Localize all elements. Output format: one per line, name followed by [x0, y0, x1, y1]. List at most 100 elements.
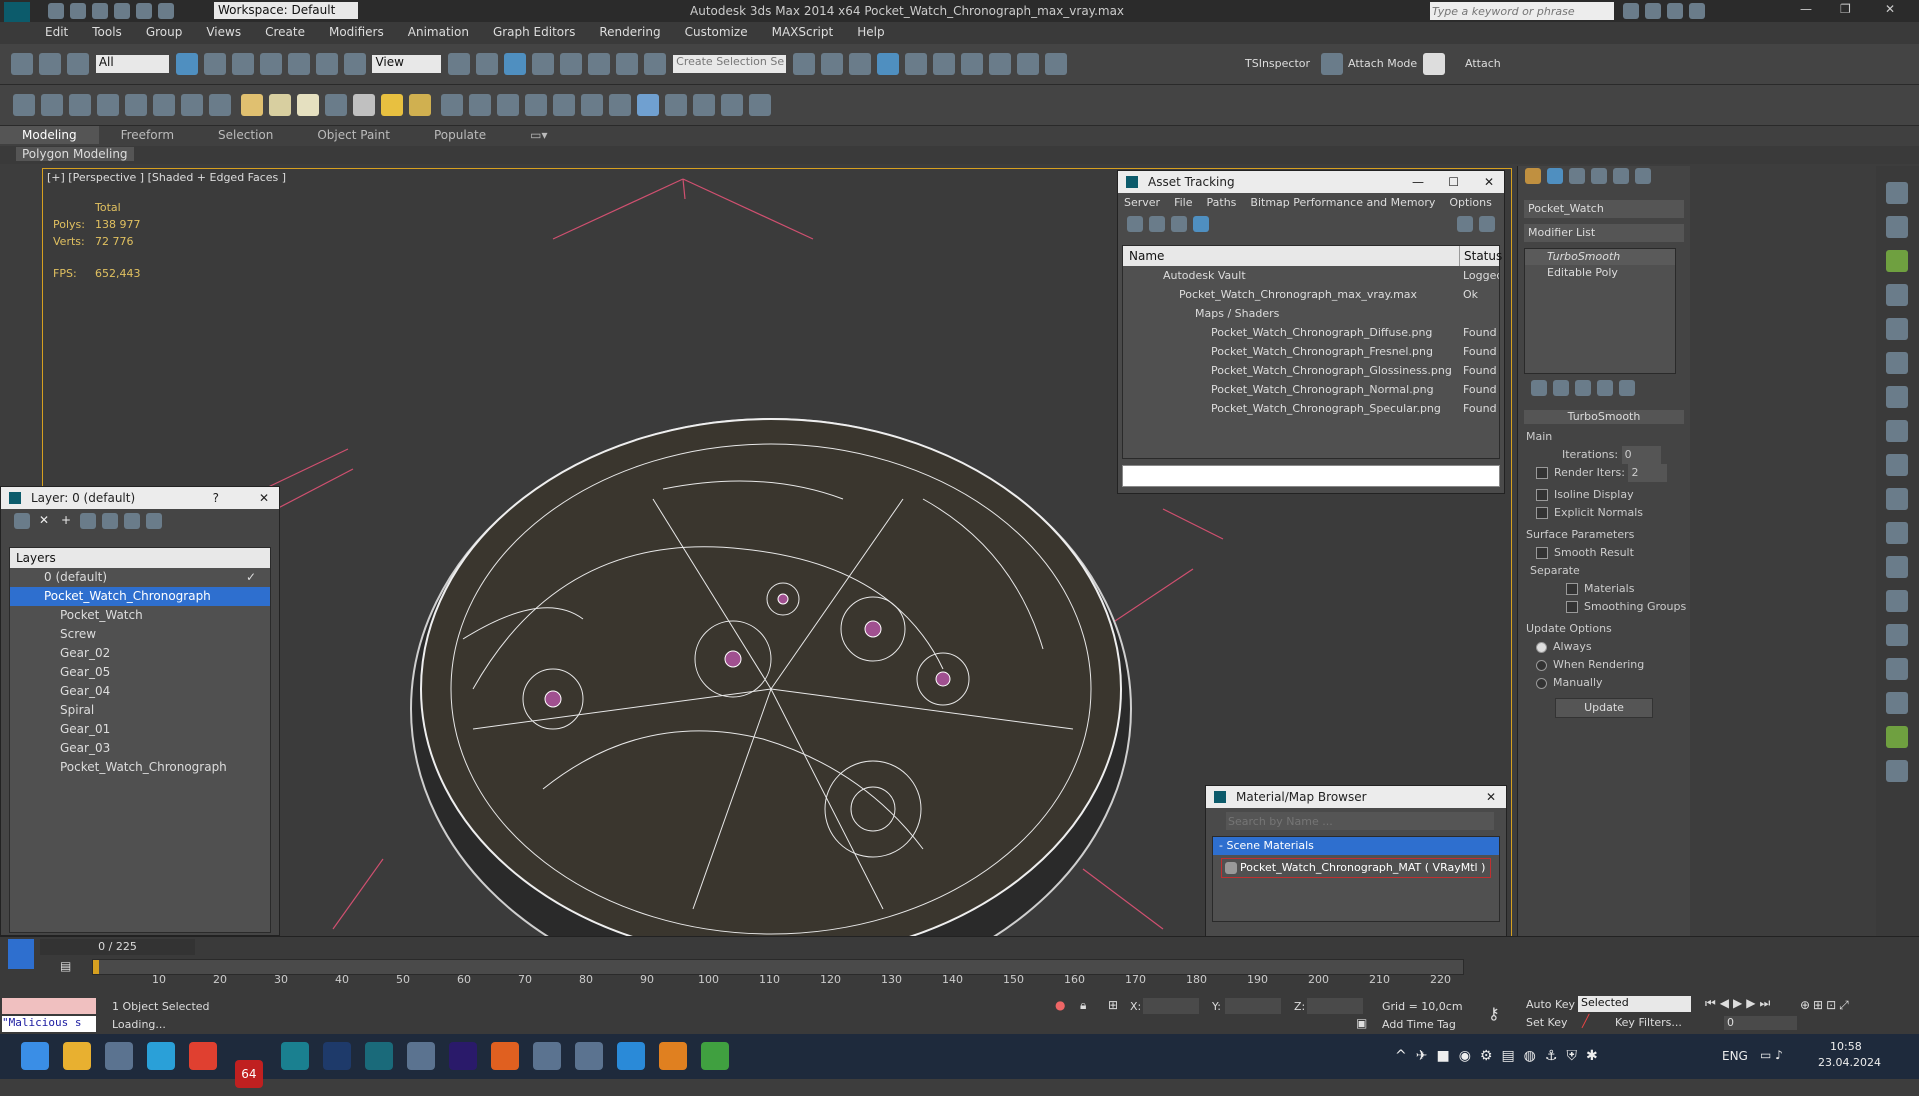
display-tab-icon[interactable]: [1613, 168, 1629, 184]
scale-icon[interactable]: [343, 53, 366, 75]
displacement-icon[interactable]: [496, 94, 519, 116]
light-strip-icon[interactable]: [1886, 250, 1908, 272]
manually-radio[interactable]: [1536, 677, 1547, 689]
layer-close-icon[interactable]: ✕: [259, 487, 269, 509]
close-icon[interactable]: ✕: [1486, 786, 1496, 808]
snaps-icon[interactable]: [532, 53, 555, 75]
layer-object-row[interactable]: Spiral: [10, 701, 270, 720]
layer-object-row[interactable]: Gear_05: [10, 663, 270, 682]
time-tag-icon[interactable]: ▣: [1356, 1016, 1367, 1030]
materials-checkbox[interactable]: [1566, 583, 1578, 595]
asset-row[interactable]: Pocket_Watch_Chronograph_Normal.png Found: [1123, 380, 1499, 399]
add-time-tag-button[interactable]: Add Time Tag: [1382, 1018, 1456, 1031]
menu-tools[interactable]: Tools: [80, 22, 134, 42]
layer-object-row[interactable]: Gear_04: [10, 682, 270, 701]
uvw-icon[interactable]: [664, 94, 687, 116]
select-object-icon[interactable]: [175, 53, 198, 75]
material-strip-icon[interactable]: [1886, 216, 1908, 238]
playback-controls[interactable]: ⏮◀▶▶⏭: [1705, 996, 1774, 1011]
update-button[interactable]: Update: [1555, 698, 1653, 718]
volume-network-icons[interactable]: ▭ ♪: [1760, 1048, 1783, 1062]
telegram-icon[interactable]: [147, 1042, 175, 1070]
menu-customize[interactable]: Customize: [673, 22, 760, 42]
key-set-dropdown[interactable]: Selected: [1578, 996, 1691, 1012]
maximize-icon[interactable]: ☐: [1448, 171, 1459, 193]
when-rendering-radio[interactable]: [1536, 659, 1547, 671]
current-frame-field[interactable]: 0: [1724, 1016, 1797, 1030]
3ds-max-icon[interactable]: [280, 1042, 309, 1070]
asset-row[interactable]: Maps / Shaders: [1123, 304, 1499, 323]
frame-buffer-icon[interactable]: [69, 94, 91, 116]
spinner-snap-icon[interactable]: [616, 53, 639, 75]
menu-graph-editors[interactable]: Graph Editors: [481, 22, 587, 42]
menu-views[interactable]: Views: [194, 22, 253, 42]
asset-row[interactable]: Pocket_Watch_Chronograph_Specular.png Fou…: [1123, 399, 1499, 418]
smoothing-groups-checkbox[interactable]: [1566, 601, 1578, 613]
remove-modifier-icon[interactable]: [1597, 380, 1613, 396]
layer-object-row[interactable]: Gear_01: [10, 720, 270, 739]
absolute-mode-icon[interactable]: ⊞: [1108, 998, 1118, 1012]
material-sphere-icon[interactable]: [636, 94, 659, 116]
key-ticks-icon[interactable]: ▤: [60, 959, 71, 973]
log-window-icon[interactable]: [97, 94, 119, 116]
percent-snap-icon[interactable]: [588, 53, 611, 75]
app-64-icon[interactable]: 64: [234, 1060, 263, 1088]
menu-group[interactable]: Group: [134, 22, 195, 42]
open-file-icon[interactable]: [70, 3, 86, 19]
ambient-icon[interactable]: [408, 94, 431, 116]
app-logo-icon[interactable]: [4, 2, 30, 22]
after-effects-icon[interactable]: [448, 1042, 477, 1070]
stack-item-turbosmooth[interactable]: TurboSmooth: [1525, 249, 1675, 265]
window-crossing-icon[interactable]: [259, 53, 282, 75]
tab-freeform[interactable]: Freeform: [99, 126, 196, 144]
play-strip-icon[interactable]: [1886, 624, 1908, 646]
explicit-normals-row[interactable]: Explicit Normals: [1536, 504, 1690, 522]
minimize-icon[interactable]: —: [1412, 171, 1424, 193]
hair-icon[interactable]: [580, 94, 603, 116]
light-lister-icon[interactable]: [125, 94, 147, 116]
y-coordinate-field[interactable]: [1225, 998, 1281, 1014]
polygon-modeling-label[interactable]: Polygon Modeling: [16, 147, 134, 161]
curve-editor-icon[interactable]: [904, 53, 927, 75]
asset-row[interactable]: Pocket_Watch_Chronograph_Glossiness.png F…: [1123, 361, 1499, 380]
ies-light-icon[interactable]: [209, 94, 231, 116]
isolate-icon[interactable]: ●: [1055, 998, 1065, 1012]
save-app-icon[interactable]: [574, 1042, 603, 1070]
tools-icon[interactable]: [1645, 3, 1661, 19]
checker-icon[interactable]: [1423, 53, 1445, 75]
set-key-icon[interactable]: ╱: [1582, 1014, 1589, 1028]
geometry-strip-icon[interactable]: [1886, 318, 1908, 340]
question-strip-icon[interactable]: [1886, 760, 1908, 782]
file-explorer-icon[interactable]: [63, 1042, 91, 1070]
plane-icon[interactable]: [240, 94, 263, 116]
search-input[interactable]: [1430, 2, 1614, 20]
link-icon[interactable]: [11, 53, 33, 75]
tools-panel-icon[interactable]: [720, 94, 743, 116]
viewport-navigation[interactable]: ⊕⊞⊡⤢: [1800, 998, 1852, 1013]
menu-create[interactable]: Create: [253, 22, 317, 42]
hierarchy-tab-icon[interactable]: [1569, 168, 1585, 184]
help-icon[interactable]: [1689, 3, 1705, 19]
workspace-dropdown[interactable]: Workspace: Default: [214, 2, 358, 19]
asset-col-status[interactable]: Status: [1459, 246, 1502, 266]
asset-row[interactable]: Pocket_Watch_Chronograph_max_vray.max Ok: [1123, 285, 1499, 304]
smooth-result-row[interactable]: Smooth Result: [1536, 544, 1690, 562]
layer-object-row[interactable]: Gear_03: [10, 739, 270, 758]
mirror-icon[interactable]: [792, 53, 815, 75]
select-in-layer-icon[interactable]: [80, 513, 96, 529]
x-coordinate-field[interactable]: [1143, 998, 1199, 1014]
attach-label[interactable]: Attach: [1465, 57, 1501, 70]
lock-icon[interactable]: 🔒︎: [1080, 998, 1086, 1013]
asset-menu-file[interactable]: File: [1174, 196, 1192, 209]
freeze-all-layers-icon[interactable]: [146, 513, 162, 529]
asset-row[interactable]: Autodesk Vault Logged: [1123, 266, 1499, 285]
rectangular-selection-icon[interactable]: [231, 53, 254, 75]
render-iters-checkbox[interactable]: [1536, 467, 1548, 479]
teapot-icon[interactable]: [13, 94, 35, 116]
rendered-frame-icon[interactable]: [1016, 53, 1039, 75]
utorrent-icon[interactable]: [700, 1042, 729, 1070]
pin-stack-icon[interactable]: [1531, 380, 1547, 396]
link-strip-icon[interactable]: [1886, 658, 1908, 680]
bend-strip-icon[interactable]: [1886, 522, 1908, 544]
new-file-icon[interactable]: [48, 3, 64, 19]
